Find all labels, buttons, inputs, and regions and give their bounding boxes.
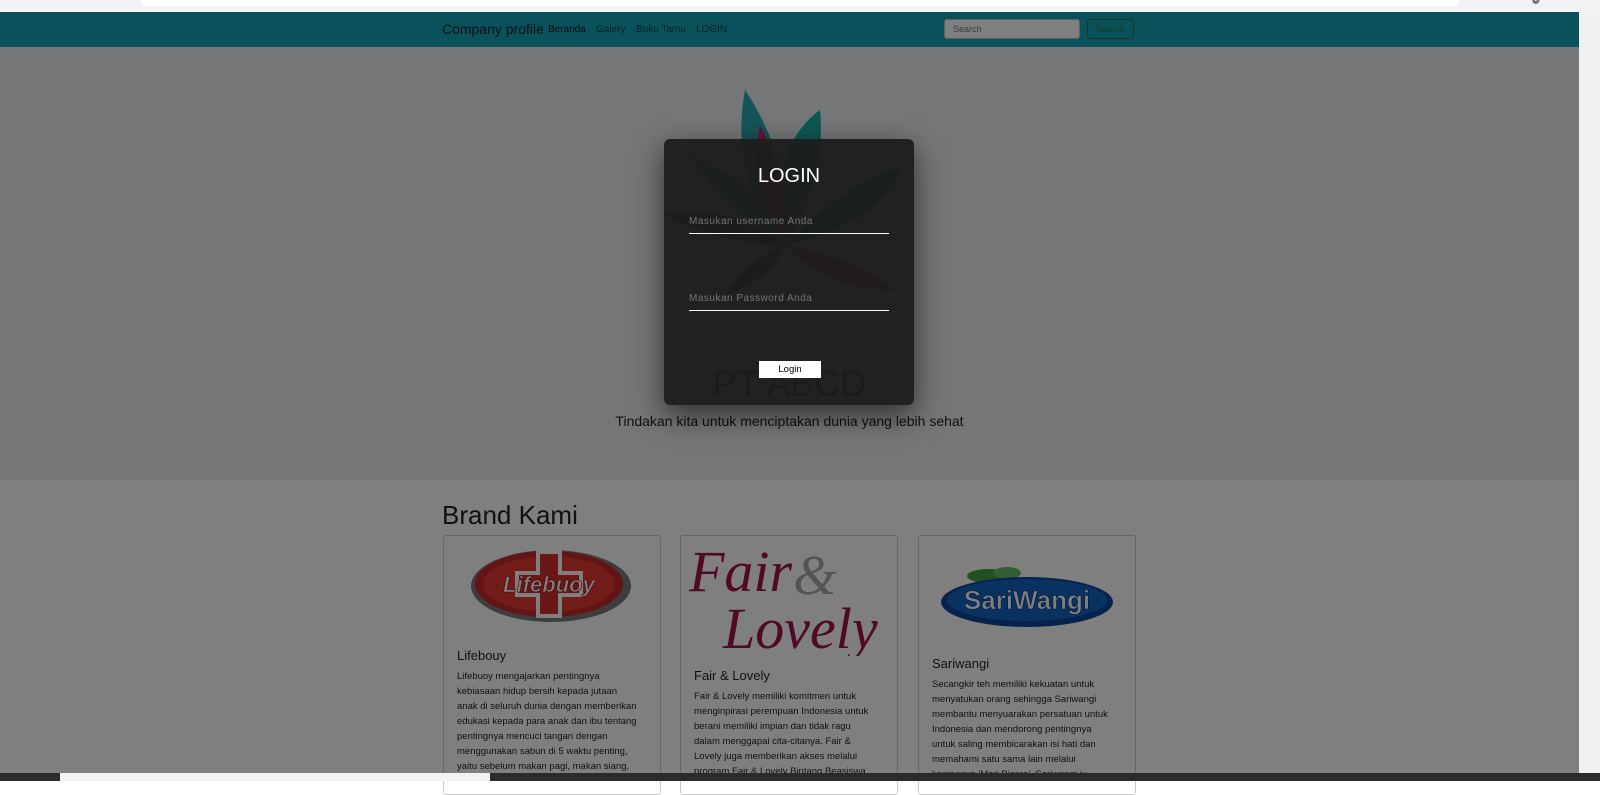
extension-icon[interactable]: ❁ bbox=[1532, 0, 1540, 7]
browser-chrome-strip: ❁ bbox=[0, 0, 1600, 12]
taskbar-window-segment[interactable] bbox=[60, 773, 490, 781]
login-modal-title: LOGIN bbox=[757, 165, 821, 187]
taskbar bbox=[0, 773, 1600, 781]
username-field[interactable] bbox=[689, 210, 889, 234]
browser-address-bar-edge bbox=[140, 0, 1460, 6]
page-scrollbar[interactable] bbox=[1579, 12, 1600, 781]
login-modal: LOGIN Login bbox=[664, 139, 914, 405]
password-field[interactable] bbox=[689, 287, 889, 311]
login-button[interactable]: Login bbox=[759, 361, 821, 378]
